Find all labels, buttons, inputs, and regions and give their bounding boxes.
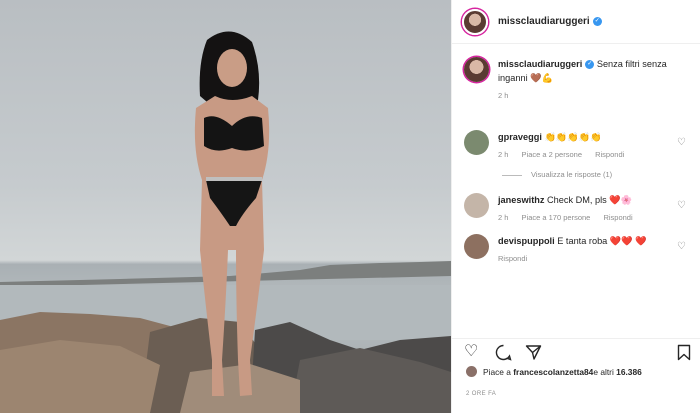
- avatar[interactable]: [464, 193, 489, 218]
- avatar[interactable]: [462, 8, 488, 35]
- post-timestamp: 2 ORE FA: [466, 391, 497, 397]
- comment-icon[interactable]: [495, 344, 512, 365]
- reply-button[interactable]: Rispondi: [603, 213, 632, 222]
- caption-username[interactable]: missclaudiaruggeri: [498, 59, 582, 69]
- comment-likes[interactable]: Piace a 2 persone: [522, 150, 582, 159]
- comment-time: 2 h: [498, 213, 509, 222]
- verified-icon: ✓: [585, 60, 595, 70]
- share-icon[interactable]: [525, 344, 542, 365]
- avatar[interactable]: [464, 130, 489, 155]
- comment-likes[interactable]: Piace a 170 persone: [522, 213, 591, 222]
- caption: missclaudiaruggeri ✓ Senza filtri senza i…: [452, 57, 700, 112]
- comment-heart-icon[interactable]: ♡: [677, 137, 686, 148]
- comment-username[interactable]: janeswithz: [498, 195, 544, 205]
- comment-heart-icon[interactable]: ♡: [677, 241, 686, 252]
- comment-item: janeswithz Check DM, pls ❤️🌸 2 h Piace a…: [452, 193, 700, 222]
- comments-list: missclaudiaruggeri ✓ Senza filtri senza i…: [452, 57, 700, 263]
- avatar: [466, 366, 477, 377]
- comment-username[interactable]: gpraveggi: [498, 132, 542, 142]
- post-photo[interactable]: [0, 0, 451, 413]
- post-side-panel: missclaudiaruggeri ✓ missclaudiaruggeri ✓…: [451, 0, 700, 413]
- post-header: missclaudiaruggeri ✓: [452, 0, 700, 44]
- avatar[interactable]: [464, 57, 489, 82]
- instagram-post-view: missclaudiaruggeri ✓ missclaudiaruggeri ✓…: [0, 0, 700, 413]
- heart-icon[interactable]: ♡: [464, 344, 478, 360]
- comment-time: 2 h: [498, 150, 509, 159]
- comment-text: 👏👏👏👏👏: [544, 132, 602, 142]
- reply-button[interactable]: Rispondi: [498, 254, 527, 263]
- avatar[interactable]: [464, 234, 489, 259]
- comment-text: E tanta roba ❤️❤️ ❤️: [557, 236, 647, 246]
- comment-item: devispuppoli E tanta roba ❤️❤️ ❤️ Rispon…: [452, 234, 700, 263]
- comment-heart-icon[interactable]: ♡: [677, 200, 686, 211]
- comment-username[interactable]: devispuppoli: [498, 236, 555, 246]
- verified-icon: ✓: [592, 17, 602, 26]
- beach-scene: [0, 31, 451, 413]
- author-username[interactable]: missclaudiaruggeri: [498, 16, 590, 27]
- bookmark-icon[interactable]: [677, 344, 691, 365]
- reply-button[interactable]: Rispondi: [595, 150, 624, 159]
- likes-summary[interactable]: Piace a francescolanzetta84 e altri 16.3…: [466, 366, 642, 377]
- comment-text: Check DM, pls ❤️🌸: [547, 195, 633, 205]
- action-bar: ♡: [452, 338, 700, 363]
- replies-dash: [502, 174, 522, 176]
- view-replies-button[interactable]: Visualizza le risposte (1): [502, 170, 700, 179]
- caption-time: 2 h: [498, 91, 509, 100]
- comment-item: gpraveggi 👏👏👏👏👏 2 h Piace a 2 persone Ri…: [452, 130, 700, 159]
